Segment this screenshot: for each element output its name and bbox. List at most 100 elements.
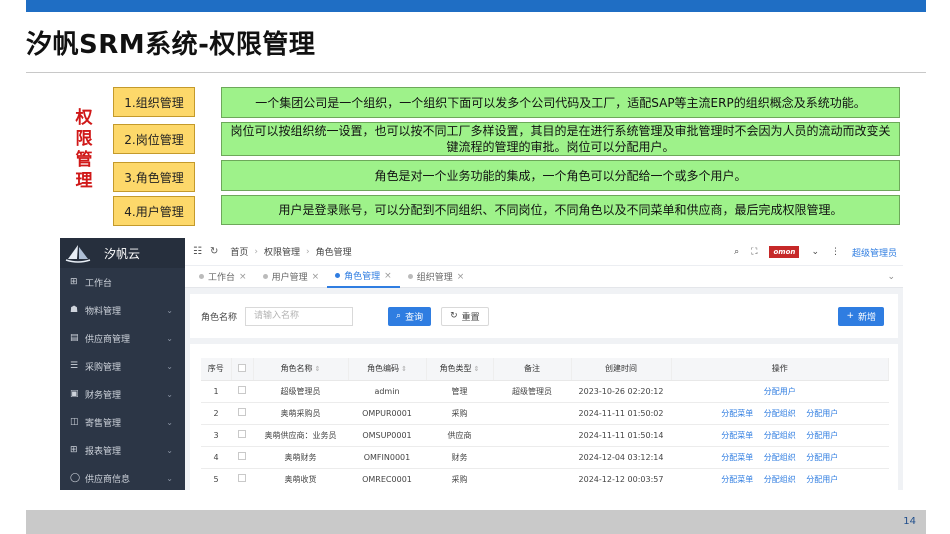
sidebar-item-purchase[interactable]: ☰ 采购管理 ⌄ [60,352,185,380]
cell-select[interactable] [231,468,253,490]
sidebar-item-supplier-info[interactable]: ◯ 供应商信息 ⌄ [60,464,185,490]
chevron-down-icon[interactable]: ⌄ [811,247,819,257]
tab-user-management[interactable]: 用户管理 × [255,266,328,288]
col-header-name[interactable]: 角色名称 ⇕ [253,358,349,381]
chevron-down-icon: ⌄ [166,333,173,343]
col-header-code[interactable]: 角色编码 ⇕ [348,358,427,381]
select-all-checkbox[interactable] [238,363,246,372]
cell-ops: 分配菜单 分配组织 分配用户 [671,446,889,469]
cell-no: 1 [201,380,231,403]
close-icon[interactable]: × [384,271,392,281]
cell-code: OMSUP0001 [348,424,426,447]
navbar-right: ⌕ ⛶ omon ⌄ ⋮ 超级管理员 [734,238,897,266]
sidebar-item-material[interactable]: ☗ 物料管理 ⌄ [60,296,185,324]
chevron-down-icon[interactable]: ⌄ [887,272,895,282]
chevron-down-icon: ⌄ [166,361,173,371]
ledger-icon: ▣ [70,389,79,399]
cell-type: 财务 [426,446,493,469]
search-button[interactable]: ⌕ 查询 [388,306,432,326]
sidebar-item-workbench[interactable]: ⊞ 工作台 [60,268,185,296]
col-header-no: 序号 [201,358,232,381]
cell-select[interactable] [231,446,253,469]
menu-fold-icon[interactable]: ☷ [193,246,202,257]
breadcrumb-home[interactable]: 首页 [230,245,248,258]
app-screenshot: 汐帆云 ⊞ 工作台 ☗ 物料管理 ⌄ ▤ 供应商管理 ⌄ ☰ 采购管理 ⌄ ▣ … [60,238,903,490]
close-icon[interactable]: × [239,272,247,282]
assign-org-link[interactable]: 分配组织 [764,453,796,462]
fullscreen-icon[interactable]: ⛶ [751,247,757,257]
cell-name: 奥萌供应商：业务员 [253,424,348,447]
chevron-down-icon: ⌄ [166,389,173,399]
assign-menu-link[interactable]: 分配菜单 [721,453,753,462]
row-checkbox[interactable] [238,452,246,460]
cell-no: 4 [201,446,231,469]
assign-menu-link[interactable]: 分配菜单 [721,431,753,440]
footer-bar [26,510,926,534]
breadcrumb-separator-icon: › [254,246,258,257]
col-header-select[interactable] [231,358,254,381]
row-checkbox[interactable] [238,386,246,394]
refresh-icon: ↻ [450,311,458,321]
cell-no: 3 [201,424,231,447]
cell-remark [493,446,571,469]
cell-name: 超级管理员 [253,380,348,403]
sort-icon[interactable]: ⇕ [474,365,480,373]
sidebar-item-report[interactable]: ⊞ 报表管理 ⌄ [60,436,185,464]
id-card-icon: ▤ [70,333,79,343]
assign-menu-link[interactable]: 分配菜单 [721,475,753,484]
more-vertical-icon[interactable]: ⋮ [831,247,840,257]
col-header-created: 创建时间 [571,358,672,381]
sidebar-item-finance[interactable]: ▣ 财务管理 ⌄ [60,380,185,408]
concept-desc-org: 一个集团公司是一个组织，一个组织下面可以发多个公司代码及工厂，适配SAP等主流E… [221,87,900,118]
assign-org-link[interactable]: 分配组织 [764,475,796,484]
assign-user-link[interactable]: 分配用户 [806,409,838,418]
plus-icon: + [846,311,854,321]
row-checkbox[interactable] [238,430,246,438]
assign-org-link[interactable]: 分配组织 [764,431,796,440]
role-name-input[interactable] [245,306,354,326]
cell-ops: 分配菜单 分配组织 分配用户 [671,402,889,425]
add-button[interactable]: + 新增 [838,306,884,326]
chat-icon: ◯ [70,473,81,483]
cell-created: 2024-11-11 01:50:02 [571,402,671,425]
close-icon[interactable]: × [312,272,320,282]
close-icon[interactable]: × [457,272,465,282]
search-icon[interactable]: ⌕ [734,247,739,257]
sidebar-item-label: 采购管理 [85,362,122,373]
tab-org-management[interactable]: 组织管理 × [400,266,473,288]
assign-user-link[interactable]: 分配用户 [806,475,838,484]
current-user[interactable]: 超级管理员 [852,246,897,259]
cell-select[interactable] [231,402,253,425]
cell-select[interactable] [231,380,253,403]
sort-icon[interactable]: ⇕ [401,365,407,373]
chevron-down-icon: ⌄ [166,305,173,315]
cell-code: OMFIN0001 [348,446,426,469]
cell-remark [493,424,571,447]
assign-menu-link[interactable]: 分配菜单 [721,409,753,418]
search-icon: ⌕ [396,311,402,321]
reset-button[interactable]: ↻ 重置 [441,306,489,326]
cell-code: OMPUR0001 [348,402,426,425]
assign-org-link[interactable]: 分配组织 [764,409,796,418]
row-checkbox[interactable] [238,474,246,482]
breadcrumb-current: 角色管理 [315,248,352,258]
col-header-type[interactable]: 角色类型 ⇕ [426,358,494,381]
cell-select[interactable] [231,424,253,447]
row-checkbox[interactable] [238,408,246,416]
search-panel: 角色名称 ⌕ 查询 ↻ 重置 + 新增 [190,294,898,338]
tab-workbench[interactable]: 工作台 × [191,266,255,288]
assign-user-link[interactable]: 分配用户 [806,431,838,440]
sidebar-item-supplier[interactable]: ▤ 供应商管理 ⌄ [60,324,185,352]
tab-label: 用户管理 [271,273,308,283]
concept-label-role: 3.角色管理 [113,162,195,192]
vertical-section-label: 权 限 管 理 [70,108,98,192]
assign-user-link[interactable]: 分配用户 [764,387,796,396]
sort-icon[interactable]: ⇕ [315,365,321,373]
refresh-icon[interactable]: ↻ [210,246,218,257]
concept-desc-role: 角色是对一个业务功能的集成，一个角色可以分配给一个或多个用户。 [221,160,900,191]
sidebar-item-consignment[interactable]: ◫ 寄售管理 ⌄ [60,408,185,436]
cell-code: admin [348,380,426,403]
tab-role-management[interactable]: 角色管理 × [327,266,400,288]
assign-user-link[interactable]: 分配用户 [806,453,838,462]
breadcrumb-permission[interactable]: 权限管理 [264,245,300,258]
